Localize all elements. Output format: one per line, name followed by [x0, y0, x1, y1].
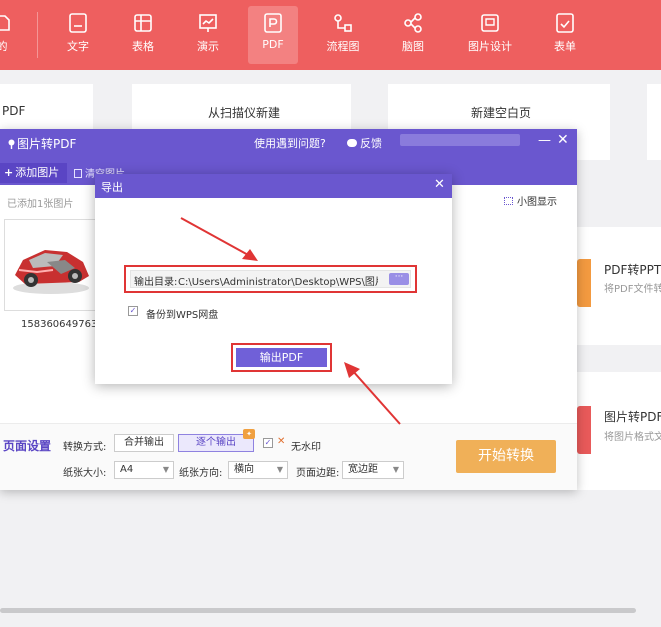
export-dialog: 导出 ✕ 输出目录: C:\Users\Administrator\Deskto…: [95, 174, 452, 384]
horizontal-scrollbar[interactable]: [0, 608, 636, 613]
output-dir-path: C:\Users\Administrator\Desktop\WPS\图片: [178, 277, 378, 288]
paper-size-label: 纸张大小:: [63, 468, 107, 479]
table-icon: [134, 14, 152, 32]
presentation-icon: [199, 14, 217, 32]
add-images-label: 添加图片: [15, 166, 60, 179]
dialog-title: 图片转PDF: [8, 135, 76, 152]
card-pdf-label: PDF: [2, 104, 26, 118]
output-dir-label: 输出目录:: [134, 277, 178, 288]
orientation-select[interactable]: 横向 ▼: [228, 461, 288, 479]
margin-value: 宽边距: [348, 464, 378, 475]
pdf-to-ppt-title: PDF转PPT: [604, 263, 661, 277]
image-to-pdf-subtitle: 将图片格式文: [604, 432, 661, 443]
export-dialog-header: 导出 ✕: [95, 174, 452, 198]
added-count-text: 已添加1张图片: [7, 199, 74, 210]
form-icon: [556, 13, 574, 33]
toolbar-label-table: 表格: [132, 40, 154, 53]
toolbar-label-text: 文字: [67, 40, 89, 53]
card-edge: [647, 84, 661, 160]
add-images-button[interactable]: + 添加图片: [0, 163, 67, 183]
card-image-to-pdf[interactable]: 图片转PDF 将图片格式文: [577, 372, 661, 490]
pdf-to-ppt-icon: [577, 259, 591, 307]
toolbar-item-partial[interactable]: 的: [0, 6, 22, 64]
card-from-scanner-label: 从扫描仪新建: [208, 106, 281, 120]
flowchart-icon: [334, 14, 352, 32]
no-watermark-checkbox[interactable]: ✓: [263, 438, 273, 448]
trash-icon: [74, 169, 82, 178]
output-dir-field[interactable]: 输出目录: C:\Users\Administrator\Desktop\WPS…: [130, 270, 411, 288]
top-toolbar: 的 文字 表格 演示 PDF 流程图 脑图 图片设计 表单: [0, 0, 661, 70]
toolbar-label-form: 表单: [554, 40, 576, 53]
pdf-icon: [264, 13, 282, 33]
chat-bubble-icon: [347, 139, 357, 147]
toolbar-item-flowchart[interactable]: 流程图: [318, 6, 368, 64]
chevron-down-icon: ▼: [276, 465, 283, 474]
chevron-down-icon: ▼: [392, 465, 399, 474]
watermark-badge-icon: ✕: [277, 436, 286, 447]
orientation-label: 纸张方向:: [179, 468, 223, 479]
plus-icon: +: [4, 166, 14, 179]
image-to-pdf-title: 图片转PDF: [604, 410, 661, 424]
toolbar-separator: [37, 12, 38, 58]
margin-select[interactable]: 宽边距 ▼: [342, 461, 404, 479]
output-pdf-button[interactable]: 输出PDF: [236, 348, 327, 367]
merge-output-button[interactable]: 合并输出: [114, 434, 174, 452]
chevron-down-icon: ▼: [162, 465, 169, 474]
mindmap-icon: [404, 13, 422, 33]
toolbar-item-table[interactable]: 表格: [118, 6, 168, 64]
toolbar-partial-label: 的: [0, 40, 8, 53]
card-blank-page-label: 新建空白页: [471, 106, 532, 120]
export-dialog-title: 导出: [101, 181, 123, 194]
convert-mode-label: 转换方式:: [63, 442, 107, 453]
image-thumbnail[interactable]: [4, 219, 99, 311]
minimize-icon[interactable]: —: [538, 133, 551, 148]
feedback-label: 反馈: [360, 137, 382, 150]
car-image: [13, 250, 89, 294]
vip-badge-icon: ✦: [243, 429, 255, 439]
image-to-pdf-icon: [577, 406, 591, 454]
page-settings-title: 页面设置: [3, 439, 52, 453]
small-view-toggle[interactable]: 小图显示: [504, 193, 557, 208]
card-pdf-to-ppt[interactable]: PDF转PPT 将PDF文件转: [577, 227, 661, 345]
image-design-icon: [481, 14, 499, 32]
backup-label: 备份到WPS网盘: [146, 310, 219, 321]
output-dir-highlight: 输出目录: C:\Users\Administrator\Desktop\WPS…: [124, 265, 417, 293]
toolbar-item-mindmap[interactable]: 脑图: [388, 6, 438, 64]
toolbar-label-mindmap: 脑图: [402, 40, 424, 53]
start-convert-button[interactable]: 开始转换: [456, 440, 556, 473]
grid-icon: [504, 197, 513, 205]
no-watermark-label: 无水印: [291, 442, 321, 453]
pdf-to-ppt-subtitle: 将PDF文件转: [604, 284, 661, 295]
blurred-account-area: [400, 134, 520, 146]
thumbnail-filename: 1583606497633.: [21, 319, 95, 330]
output-button-highlight: 输出PDF: [231, 343, 332, 372]
toolbar-label-flowchart: 流程图: [326, 40, 360, 53]
pin-icon: [8, 139, 15, 149]
toolbar-item-pdf[interactable]: PDF: [248, 6, 298, 64]
paper-size-value: A4: [120, 464, 134, 475]
toolbar-item-image-design[interactable]: 图片设计: [463, 6, 517, 64]
text-doc-icon: [69, 13, 87, 33]
toolbar-label-pdf: PDF: [262, 38, 284, 51]
close-icon[interactable]: ✕: [557, 132, 569, 148]
help-link[interactable]: 使用遇到问题?: [254, 135, 326, 151]
margin-label: 页面边距:: [296, 468, 340, 479]
close-icon[interactable]: ✕: [434, 177, 445, 192]
backup-checkbox[interactable]: ✓: [128, 306, 138, 316]
dialog-title-text: 图片转PDF: [17, 137, 77, 151]
toolbar-label-presentation: 演示: [197, 40, 219, 53]
toolbar-label-image-design: 图片设计: [468, 40, 512, 53]
small-view-label: 小图显示: [517, 197, 557, 208]
toolbar-item-presentation[interactable]: 演示: [183, 6, 233, 64]
browse-button[interactable]: ···: [389, 273, 409, 285]
feedback-link[interactable]: 反馈: [347, 135, 382, 151]
toolbar-item-text[interactable]: 文字: [53, 6, 103, 64]
partial-icon: [0, 15, 10, 31]
paper-size-select[interactable]: A4 ▼: [114, 461, 174, 479]
page-settings-panel: 页面设置 转换方式: 合并输出 逐个输出 ✦ ✓ ✕ 无水印 纸张大小: A4 ▼…: [0, 423, 577, 490]
toolbar-item-form[interactable]: 表单: [540, 6, 590, 64]
orientation-value: 横向: [234, 464, 254, 475]
